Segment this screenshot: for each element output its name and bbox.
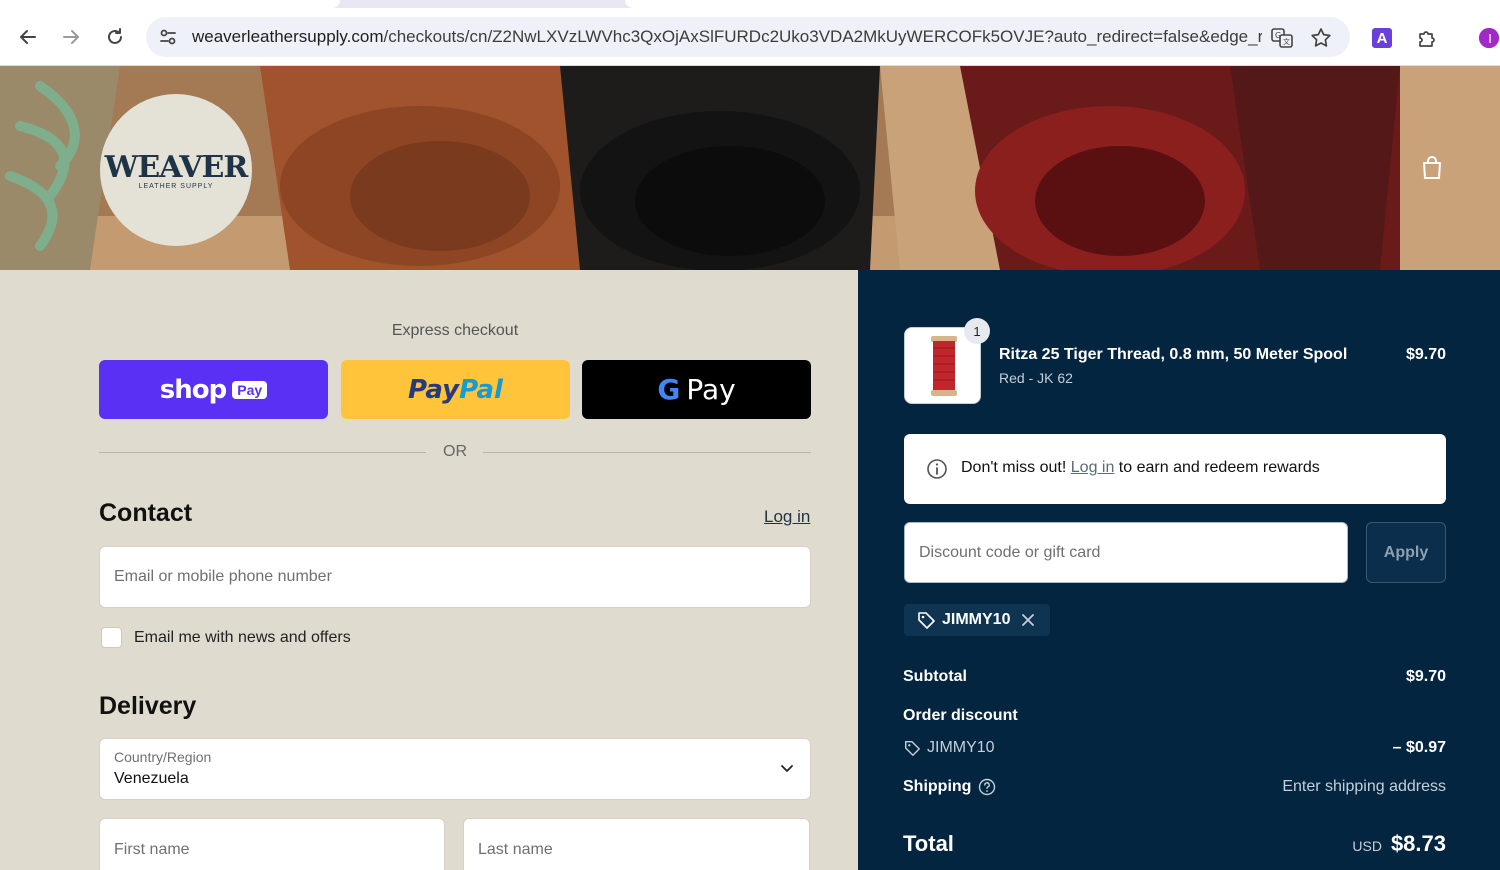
- svg-text:文: 文: [1283, 37, 1290, 46]
- tag-icon-small: [904, 740, 920, 756]
- url-host: weaverleathersupply.com: [192, 27, 384, 46]
- rewards-message: Don't miss out! Log in to earn and redee…: [961, 459, 1320, 477]
- tab-strip: [0, 0, 1500, 8]
- address-bar[interactable]: weaverleathersupply.com/checkouts/cn/Z2N…: [146, 17, 1350, 57]
- url-text[interactable]: weaverleathersupply.com/checkouts/cn/Z2N…: [192, 27, 1262, 47]
- store-logo[interactable]: WEAVER LEATHER SUPPLY: [100, 94, 252, 246]
- delivery-heading: Delivery: [99, 692, 197, 720]
- order-discount-label: Order discount: [903, 707, 1018, 724]
- extensions-menu-button[interactable]: [1415, 26, 1439, 50]
- shop-pay-button[interactable]: shop Pay: [99, 360, 328, 419]
- order-discount-code: JIMMY10: [903, 739, 995, 757]
- profile-button[interactable]: I: [1478, 26, 1500, 50]
- translate-button[interactable]: G文: [1270, 26, 1294, 50]
- forward-button[interactable]: [56, 22, 86, 52]
- google-g-letter: G: [657, 373, 681, 406]
- star-icon: [1311, 28, 1331, 47]
- site-settings-icon[interactable]: [158, 27, 178, 47]
- info-icon: [927, 459, 947, 479]
- tab-active[interactable]: [625, 0, 1500, 8]
- reload-button[interactable]: [100, 22, 130, 52]
- discount-placeholder: Discount code or gift card: [919, 544, 1101, 561]
- chevron-down-icon: [781, 765, 793, 772]
- newsletter-checkbox[interactable]: [101, 627, 122, 648]
- logo-wordmark: WEAVER: [104, 150, 249, 185]
- login-link[interactable]: Log in: [764, 507, 810, 527]
- last-name-placeholder: Last name: [478, 841, 553, 858]
- shipping-value: Enter shipping address: [1282, 778, 1446, 795]
- order-discount-code-text: JIMMY10: [927, 739, 995, 756]
- svg-text:G: G: [1275, 31, 1281, 40]
- subtotal-value: $9.70: [1405, 668, 1446, 685]
- country-select[interactable]: Country/Region Venezuela: [99, 738, 811, 800]
- email-field[interactable]: Email or mobile phone number: [99, 546, 811, 608]
- contact-heading: Contact: [99, 499, 193, 527]
- shipping-label-row: Shipping: [903, 778, 996, 796]
- extension-letter: A: [1376, 29, 1388, 47]
- first-name-placeholder: First name: [114, 841, 190, 858]
- back-button[interactable]: [13, 22, 43, 52]
- tab-left[interactable]: [0, 0, 340, 8]
- total-value-group: USD $8.73: [1352, 831, 1446, 857]
- logo-subtitle: LEATHER SUPPLY: [138, 183, 214, 190]
- rewards-prefix: Don't miss out!: [961, 459, 1071, 476]
- last-name-field[interactable]: Last name: [463, 818, 810, 870]
- google-pay-button[interactable]: G Pay: [582, 360, 811, 419]
- or-label: OR: [443, 443, 467, 460]
- bookmark-button[interactable]: [1309, 26, 1333, 50]
- url-path: /checkouts/cn/Z2NwLXVzLWVhc3QxOjAxSlFURD…: [383, 27, 1263, 46]
- puzzle-icon: [1419, 31, 1435, 47]
- product-title: Ritza 25 Tiger Thread, 0.8 mm, 50 Meter …: [999, 346, 1348, 363]
- newsletter-label[interactable]: Email me with news and offers: [134, 629, 351, 647]
- discount-code-input[interactable]: Discount code or gift card: [904, 522, 1348, 583]
- shop-pay-wordmark: shop: [159, 374, 227, 405]
- total-amount: $8.73: [1390, 831, 1446, 856]
- rewards-banner: Don't miss out! Log in to earn and redee…: [904, 434, 1446, 504]
- paypal-pay-text: Pay: [408, 374, 460, 405]
- first-name-field[interactable]: First name: [99, 818, 445, 870]
- product-price: $9.70: [1405, 346, 1446, 363]
- rewards-login-link[interactable]: Log in: [1071, 459, 1115, 476]
- divider-line-left: [99, 452, 426, 453]
- tag-icon: [918, 612, 935, 629]
- close-icon[interactable]: [1020, 612, 1036, 628]
- help-icon[interactable]: [978, 778, 996, 796]
- email-placeholder: Email or mobile phone number: [114, 568, 332, 585]
- paypal-button[interactable]: Pay Pal: [341, 360, 570, 419]
- apply-discount-button[interactable]: Apply: [1366, 522, 1446, 583]
- applied-discount-code: JIMMY10: [942, 611, 1011, 628]
- header-banner: WEAVER LEATHER SUPPLY: [0, 66, 1500, 270]
- rewards-suffix: to earn and redeem rewards: [1114, 459, 1320, 476]
- shopping-bag-icon[interactable]: [1418, 154, 1446, 182]
- country-label: Country/Region: [114, 749, 212, 765]
- order-discount-value: – $0.97: [1392, 739, 1446, 756]
- product-variant: Red - JK 62: [999, 370, 1073, 386]
- translate-icon: G文: [1271, 28, 1293, 48]
- paypal-pal-text: Pal: [459, 374, 503, 405]
- google-pay-wordmark: Pay: [686, 373, 736, 406]
- country-value: Venezuela: [114, 770, 189, 787]
- shop-pay-pill: Pay: [232, 380, 268, 399]
- checkout-form-column: Express checkout shop Pay Pay Pal G Pay O…: [0, 270, 858, 870]
- order-summary: 1 Ritza 25 Tiger Thread, 0.8 mm, 50 Mete…: [858, 270, 1500, 870]
- google-g-icon: G: [657, 373, 680, 406]
- reload-icon: [108, 28, 122, 44]
- arrow-left-icon: [20, 30, 36, 44]
- extension-button[interactable]: A: [1370, 26, 1394, 50]
- subtotal-label: Subtotal: [903, 668, 967, 685]
- profile-initial: I: [1488, 30, 1492, 46]
- browser-toolbar: weaverleathersupply.com/checkouts/cn/Z2N…: [0, 8, 1500, 66]
- shipping-label: Shipping: [903, 778, 972, 795]
- arrow-right-icon: [63, 30, 79, 44]
- or-divider: OR: [99, 442, 811, 464]
- applied-discount-tag: JIMMY10: [904, 604, 1050, 636]
- quantity-badge: 1: [964, 318, 990, 344]
- divider-line-right: [483, 452, 811, 453]
- total-label: Total: [903, 831, 954, 856]
- total-currency: USD: [1352, 838, 1382, 854]
- express-checkout-title: Express checkout: [391, 322, 519, 339]
